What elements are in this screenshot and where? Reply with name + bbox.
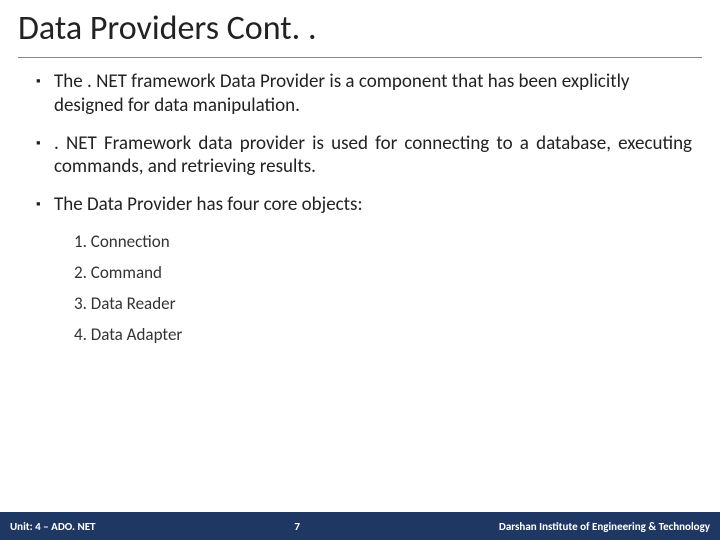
list-item: 2. Command	[74, 262, 692, 283]
bullet-item: ▪ The . NET framework Data Provider is a…	[36, 70, 692, 118]
numbered-list: 1. Connection 2. Command 3. Data Reader …	[74, 231, 692, 345]
slide-body: ▪ The . NET framework Data Provider is a…	[0, 58, 720, 512]
footer-unit: Unit: 4 – ADO. NET	[0, 520, 96, 533]
slide-footer: Unit: 4 – ADO. NET 7 Darshan Institute o…	[0, 512, 720, 540]
list-item: 1. Connection	[74, 231, 692, 252]
bullet-marker-icon: ▪	[36, 70, 54, 118]
footer-page-number: 7	[96, 520, 499, 533]
bullet-text: . NET Framework data provider is used fo…	[54, 132, 692, 180]
list-item: 4. Data Adapter	[74, 324, 692, 345]
slide: Data Providers Cont. . ▪ The . NET frame…	[0, 0, 720, 540]
bullet-marker-icon: ▪	[36, 193, 54, 217]
title-block: Data Providers Cont. .	[0, 0, 720, 55]
bullet-item: ▪ . NET Framework data provider is used …	[36, 132, 692, 180]
slide-title: Data Providers Cont. .	[18, 8, 702, 49]
list-item: 3. Data Reader	[74, 293, 692, 314]
bullet-text: The . NET framework Data Provider is a c…	[54, 70, 692, 118]
bullet-marker-icon: ▪	[36, 132, 54, 180]
footer-org: Darshan Institute of Engineering & Techn…	[499, 520, 720, 533]
bullet-text: The Data Provider has four core objects:	[54, 193, 692, 217]
bullet-item: ▪ The Data Provider has four core object…	[36, 193, 692, 217]
